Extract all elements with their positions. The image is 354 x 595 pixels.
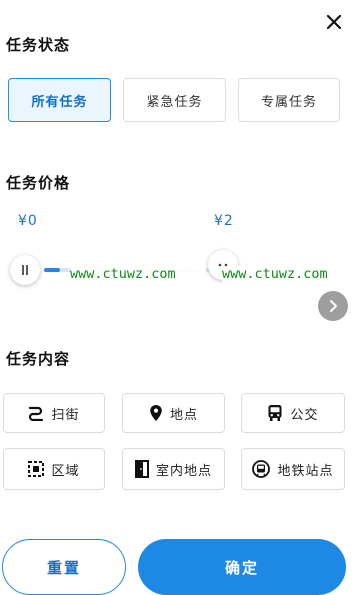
price-max-label: ¥2 (214, 213, 234, 229)
location-pin-icon (150, 405, 162, 421)
watermark-text: www.ctuwz.com (70, 266, 206, 286)
price-slider-fill (44, 268, 60, 272)
sweep-street-icon (29, 406, 44, 421)
content-option-area[interactable]: 区域 (3, 448, 105, 490)
next-button[interactable] (318, 291, 348, 321)
content-option-indoor[interactable]: 室内地点 (122, 448, 225, 490)
status-option-urgent[interactable]: 紧急任务 (123, 78, 226, 122)
status-option-label: 所有任务 (31, 94, 88, 110)
price-min-label: ¥0 (18, 213, 38, 229)
area-icon (28, 461, 45, 477)
bus-icon (268, 405, 282, 421)
content-option-sweep[interactable]: 扫街 (3, 393, 105, 433)
reset-button[interactable]: 重置 (2, 539, 126, 595)
status-option-exclusive[interactable]: 专属任务 (238, 78, 340, 122)
price-slider-min-handle[interactable] (10, 255, 40, 285)
reset-button-label: 重置 (46, 558, 81, 577)
chevron-right-icon (330, 300, 337, 312)
content-option-label: 室内地点 (155, 463, 212, 479)
watermark-text: www.ctuwz.com (222, 266, 352, 286)
drag-handle-icon (22, 265, 28, 275)
status-option-all[interactable]: 所有任务 (8, 78, 111, 122)
status-option-label: 专属任务 (260, 94, 317, 110)
close-button[interactable] (322, 10, 346, 34)
confirm-button[interactable]: 确定 (138, 539, 346, 595)
status-option-label: 紧急任务 (146, 94, 203, 110)
indoor-door-icon (134, 460, 149, 478)
content-option-location[interactable]: 地点 (122, 393, 225, 433)
content-option-subway[interactable]: 地铁站点 (241, 448, 345, 490)
status-section-title: 任务状态 (6, 36, 71, 54)
content-option-label: 区域 (51, 463, 80, 479)
content-option-label: 地铁站点 (277, 463, 334, 479)
content-option-label: 公交 (290, 407, 319, 423)
confirm-button-label: 确定 (224, 558, 259, 577)
price-section-title: 任务价格 (6, 174, 71, 192)
content-option-label: 扫街 (51, 407, 80, 423)
content-option-bus[interactable]: 公交 (241, 393, 345, 433)
content-section-title: 任务内容 (6, 350, 71, 368)
content-option-label: 地点 (169, 407, 198, 423)
close-icon (326, 14, 342, 30)
subway-icon (252, 460, 271, 478)
